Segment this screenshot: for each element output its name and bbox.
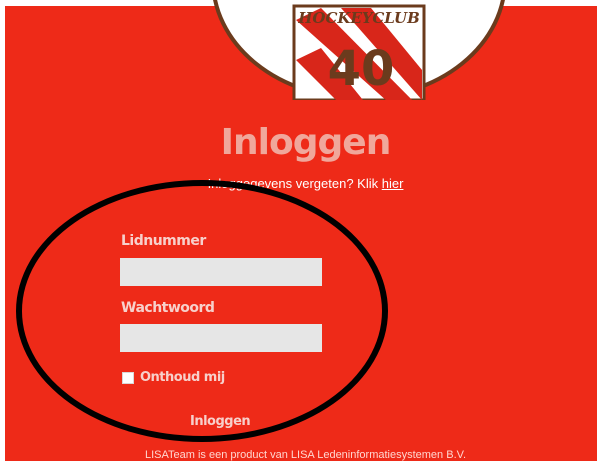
- member-number-input[interactable]: [120, 258, 322, 286]
- forgot-credentials-label: Inloggegevens vergeten? Klik: [207, 176, 382, 191]
- remember-me-checkbox[interactable]: [122, 371, 134, 384]
- password-input[interactable]: [120, 324, 322, 352]
- remember-me-option[interactable]: Onthoud mij: [122, 370, 225, 385]
- forgot-credentials-text: Inloggegevens vergeten? Klik hier: [0, 176, 611, 191]
- page-title: Inloggen: [220, 122, 392, 163]
- member-number-label: Lidnummer: [121, 233, 206, 249]
- login-screen: HOCKEYCLUB 40 Inloggen Inloggegevens ver…: [0, 0, 611, 461]
- forgot-credentials-link[interactable]: hier: [382, 176, 404, 191]
- password-label: Wachtwoord: [121, 300, 215, 316]
- club-logo-graphic: HOCKEYCLUB 40: [211, 0, 507, 120]
- login-button[interactable]: Inloggen: [190, 414, 251, 429]
- club-logo: HOCKEYCLUB 40: [211, 0, 507, 120]
- logo-club-number: 40: [328, 41, 395, 97]
- remember-me-label: Onthoud mij: [140, 370, 225, 385]
- right-margin: [597, 0, 611, 461]
- logo-club-name: HOCKEYCLUB: [297, 9, 420, 27]
- footer-text: LISATeam is een product van LISA Ledenin…: [144, 449, 467, 461]
